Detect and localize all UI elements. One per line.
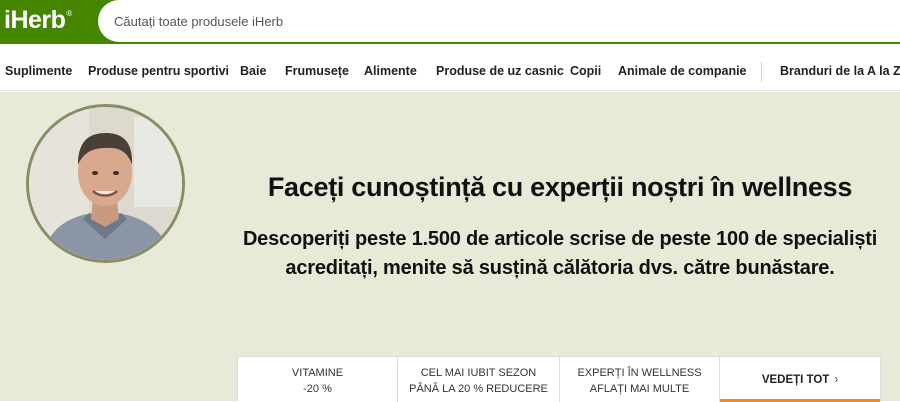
- registered-mark: ®: [66, 9, 72, 18]
- promo-tab-detail: PÂNĂ LA 20 % REDUCERE: [409, 383, 548, 395]
- hero-banner[interactable]: Faceți cunoștință cu experții noștri în …: [0, 92, 900, 401]
- hero-subtitle: Descoperiți peste 1.500 de articole scri…: [230, 225, 890, 283]
- header-bar: iHerb®: [0, 0, 900, 44]
- promo-tab-season[interactable]: CEL MAI IUBIT SEZON PÂNĂ LA 20 % REDUCER…: [398, 357, 560, 402]
- nav-item-brands-az[interactable]: Branduri de la A la Z: [780, 64, 900, 78]
- nav-item-kids[interactable]: Copii: [570, 64, 601, 78]
- promo-tab-vitamins[interactable]: VITAMINE -20 %: [238, 357, 398, 402]
- expert-portrait-icon: [29, 107, 182, 260]
- nav-item-pets[interactable]: Animale de companie: [618, 64, 747, 78]
- promo-tab-title: EXPERȚI ÎN WELLNESS: [577, 367, 702, 379]
- expert-avatar: [26, 104, 185, 263]
- promo-tab-detail: AFLAȚI MAI MULTE: [589, 383, 690, 395]
- search-box[interactable]: [98, 0, 900, 42]
- promo-tab-title: VITAMINE: [291, 367, 344, 379]
- chevron-right-icon: ›: [834, 374, 839, 386]
- logo-text: iHerb: [4, 6, 66, 34]
- promo-tabs: VITAMINE -20 % CEL MAI IUBIT SEZON PÂNĂ …: [237, 356, 881, 402]
- hero-subtitle-line-1: Descoperiți peste 1.500 de articole scri…: [242, 228, 878, 250]
- hero-subtitle-line-2: acreditați, menite să susțină călătoria …: [285, 257, 835, 279]
- promo-tab-title: CEL MAI IUBIT SEZON: [420, 367, 537, 379]
- nav-item-supplements[interactable]: Suplimente: [5, 64, 72, 78]
- nav-item-bath[interactable]: Baie: [240, 64, 266, 78]
- iherb-logo[interactable]: iHerb®: [4, 6, 72, 35]
- promo-tab-detail: -20 %: [303, 383, 332, 395]
- view-all-label: VEDEȚI TOT: [761, 374, 830, 386]
- nav-item-beauty[interactable]: Frumusețe: [285, 64, 349, 78]
- search-input[interactable]: [114, 0, 714, 42]
- nav-item-grocery[interactable]: Alimente: [364, 64, 417, 78]
- nav-item-sports[interactable]: Produse pentru sportivi: [88, 64, 229, 78]
- promo-tab-wellness-experts[interactable]: EXPERȚI ÎN WELLNESS AFLAȚI MAI MULTE: [560, 357, 720, 402]
- nav-divider: [761, 62, 762, 82]
- hero-title: Faceți cunoștință cu experții noștri în …: [267, 172, 853, 202]
- nav-item-home[interactable]: Produse de uz casnic: [436, 64, 564, 78]
- view-all-button[interactable]: VEDEȚI TOT ›: [720, 357, 880, 402]
- category-nav: Suplimente Produse pentru sportivi Baie …: [0, 51, 900, 91]
